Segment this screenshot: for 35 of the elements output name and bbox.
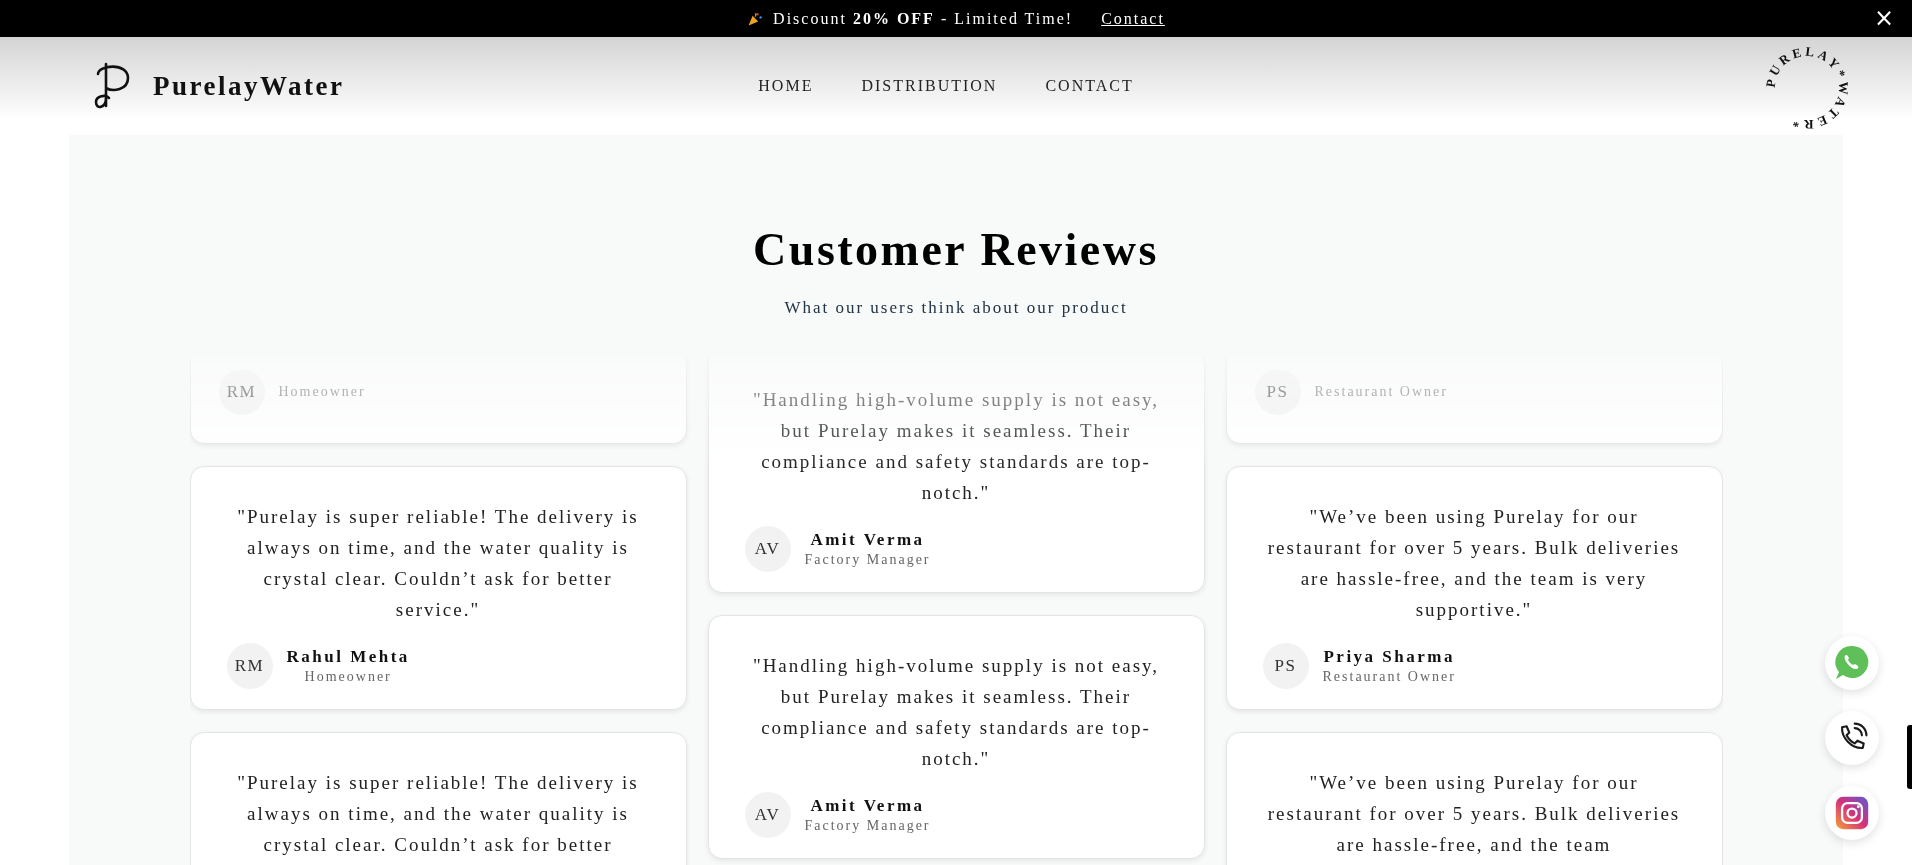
contact-link[interactable]: Contact: [1101, 9, 1165, 28]
avatar: RM: [226, 642, 273, 689]
section-subtitle: What our users think about our product: [784, 297, 1128, 318]
reviewer-role: Factory Manager: [804, 817, 931, 834]
review-quote: "We’ve been using Purelay for our restaurant for over 5 years. Bulk deliveries are hassle-free, and the team is very supportive.": [1266, 504, 1682, 622]
call-button[interactable]: [1825, 711, 1879, 765]
nav-link[interactable]: HOME: [758, 77, 814, 95]
brand-name[interactable]: PurelayWater: [153, 70, 345, 102]
discount-text: Discount 20% OFF - Limited Time!: [773, 9, 1074, 28]
avatar: PS: [1254, 368, 1301, 415]
review-quote: "We’ve been using Purelay for our restaurant for over 5 years. Bulk deliveries are hassle-free, and the team: [1266, 770, 1682, 857]
avatar: AV: [744, 791, 791, 838]
review-quote: "Purelay is super reliable! The delivery is always on time, and the water quality is crystal clear. Couldn’t ask for better: [236, 770, 640, 857]
camera-icon: [1834, 795, 1870, 831]
avatar: RM: [218, 368, 265, 415]
reviewer-role: Restaurant Owner: [1314, 383, 1448, 400]
section-title: Customer Reviews: [753, 225, 1159, 276]
reviewer-role: Homeowner: [278, 383, 366, 400]
review-quote: "Purelay is super reliable! The delivery is always on time, and the water quality is crystal clear. Couldn’t ask for better service.": [236, 504, 640, 622]
review-quote: "Handling high-volume supply is not easy, but Purelay makes it seamless. Their compliance and safety standards are top-notch.": [751, 387, 1161, 505]
party-popper-icon: [747, 10, 764, 27]
reviewer-role: Factory Manager: [804, 551, 931, 568]
reviewer-name: Amit Verma: [810, 529, 925, 550]
avatar: AV: [744, 525, 791, 572]
reviewer-name: Priya Sharma: [1323, 646, 1455, 667]
reviewer-role: Restaurant Owner: [1322, 668, 1456, 685]
nav-link[interactable]: CONTACT: [1045, 77, 1134, 95]
avatar: PS: [1262, 642, 1309, 689]
instagram-button[interactable]: [1825, 786, 1879, 840]
reviewer-name: Amit Verma: [810, 795, 925, 816]
reviewer-name: Rahul Mehta: [286, 646, 410, 667]
close-button[interactable]: ×: [1873, 6, 1894, 30]
nav-link[interactable]: DISTRIBUTION: [861, 77, 998, 95]
reviewer-role: Homeowner: [304, 668, 392, 685]
review-quote: "Handling high-volume supply is not easy, but Purelay makes it seamless. Their compliance and safety standards are top-notch.": [751, 653, 1161, 771]
